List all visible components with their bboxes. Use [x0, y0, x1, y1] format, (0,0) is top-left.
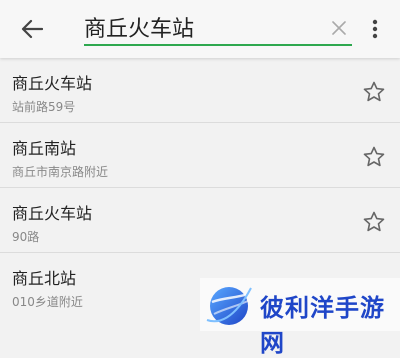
search-box	[84, 12, 352, 46]
more-vert-icon	[372, 19, 378, 39]
list-item[interactable]: 商丘南站 商丘市南京路附近	[0, 123, 400, 188]
search-input[interactable]	[84, 12, 324, 42]
more-options-button[interactable]	[364, 14, 386, 44]
close-icon	[332, 21, 346, 35]
result-name: 商丘火车站	[12, 204, 93, 223]
globe-logo-icon	[206, 287, 252, 325]
star-outline-icon[interactable]	[362, 210, 386, 234]
result-name: 商丘北站	[12, 269, 77, 288]
watermark-text: 彼利洋手游网	[260, 294, 385, 357]
star-outline-icon[interactable]	[362, 80, 386, 104]
list-item[interactable]: 商丘火车站 90路	[0, 188, 400, 253]
list-item[interactable]: 商丘火车站 站前路59号	[0, 58, 400, 123]
search-toolbar	[0, 0, 400, 58]
result-name: 商丘火车站	[12, 74, 93, 93]
result-name: 商丘南站	[12, 139, 77, 158]
result-address: 90路	[12, 230, 40, 244]
star-outline-icon[interactable]	[362, 145, 386, 169]
search-underline	[84, 44, 352, 46]
result-address: 010乡道附近	[12, 295, 83, 309]
back-button[interactable]	[12, 12, 52, 46]
watermark: 彼利洋手游网	[200, 278, 400, 357]
clear-button[interactable]	[328, 16, 350, 40]
result-address: 商丘市南京路附近	[12, 165, 109, 179]
result-address: 站前路59号	[12, 100, 76, 114]
arrow-left-icon	[21, 19, 43, 39]
